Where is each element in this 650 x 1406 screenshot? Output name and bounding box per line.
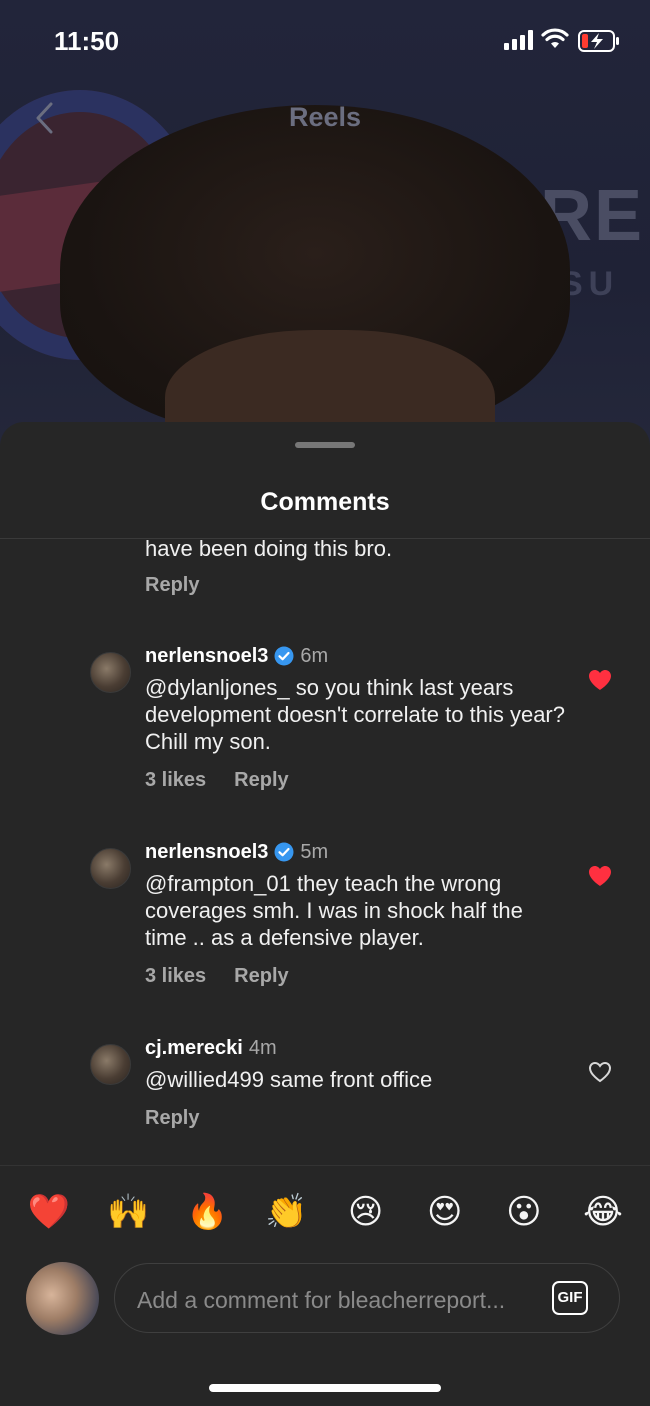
avatar[interactable] (90, 652, 131, 693)
reply-button[interactable]: Reply (145, 574, 199, 597)
heart-filled-icon[interactable] (587, 668, 613, 692)
status-time: 11:50 (54, 26, 120, 56)
comment-time: 6m (300, 645, 329, 667)
reply-button[interactable]: Reply (145, 1107, 199, 1130)
likes-count[interactable]: 3 likes (145, 965, 206, 988)
gif-button[interactable]: GIF (552, 1281, 588, 1315)
comments-list[interactable]: have been doing this bro. Reply nerlensn… (0, 539, 650, 1165)
avatar[interactable] (90, 1044, 131, 1085)
reaction-raising-hands[interactable]: 🙌 (105, 1190, 151, 1234)
battery-charging-icon (578, 30, 619, 52)
heart-filled-icon[interactable] (587, 864, 613, 888)
reaction-heart[interactable]: ❤️ (26, 1190, 72, 1234)
reply-button[interactable]: Reply (234, 965, 288, 988)
likes-count[interactable]: 3 likes (145, 769, 206, 792)
comment-text: have been doing this bro. (145, 539, 393, 561)
sheet-grabber[interactable] (295, 442, 355, 448)
reply-button[interactable]: Reply (234, 769, 288, 792)
comment-username[interactable]: nerlensnoel3 (145, 644, 268, 668)
heart-outline-icon[interactable] (587, 1060, 613, 1084)
page-title: Reels (288, 102, 362, 132)
reaction-heart-eyes[interactable]: 😍 (422, 1190, 468, 1234)
status-bar: 11:50 (0, 0, 650, 80)
reaction-fire[interactable]: 🔥 (184, 1190, 230, 1234)
comment-text: @frampton_01 they teach the wrong covera… (145, 871, 523, 950)
reaction-laughing[interactable]: 😂 (580, 1190, 626, 1234)
cellular-signal-icon (504, 30, 533, 50)
comment-time: 5m (300, 841, 329, 863)
comment-composer: GIF (114, 1263, 620, 1333)
wifi-icon (541, 28, 569, 48)
comment-text: @dylanljones_ so you think last years de… (145, 675, 565, 754)
verified-badge-icon (274, 842, 294, 862)
reaction-clapping[interactable]: 👏 (263, 1190, 309, 1234)
sheet-title: Comments (260, 488, 390, 516)
verified-badge-icon (274, 646, 294, 666)
comment-input[interactable] (135, 1282, 539, 1318)
reaction-surprised[interactable]: 😮 (501, 1190, 547, 1234)
avatar[interactable] (90, 848, 131, 889)
comment-username[interactable]: cj.merecki (145, 1036, 243, 1060)
quick-reactions-bar: ❤️ 🙌 🔥 👏 😢 😍 😮 😂 (26, 1190, 626, 1234)
reaction-crying[interactable]: 😢 (343, 1190, 389, 1234)
home-indicator (209, 1384, 441, 1392)
comments-sheet: Comments have been doing this bro. Reply… (0, 422, 650, 1406)
comment-username[interactable]: nerlensnoel3 (145, 840, 268, 864)
comment-time: 4m (248, 1037, 277, 1059)
divider (0, 1165, 650, 1166)
comment-text: @willied499 same front office (145, 1067, 433, 1092)
current-user-avatar (26, 1262, 99, 1335)
